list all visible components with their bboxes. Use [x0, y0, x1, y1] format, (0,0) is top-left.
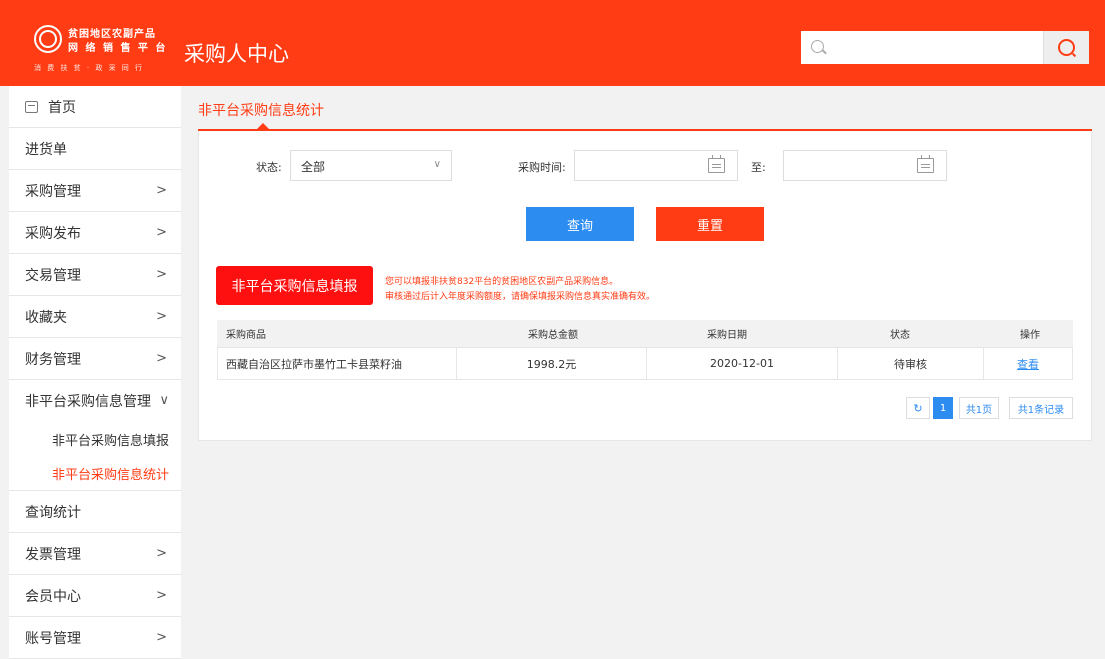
- table-cell: 待审核: [837, 348, 983, 379]
- status-select-value: 全部: [301, 160, 326, 174]
- status-label: 状态:: [256, 161, 282, 174]
- search-input[interactable]: [831, 31, 1041, 64]
- chevron-right-icon: >: [156, 267, 167, 282]
- sidebar-item-nonplatform-management[interactable]: 非平台采购信息管理 ∨: [9, 380, 181, 422]
- sidebar-item-cart[interactable]: 进货单: [9, 128, 181, 170]
- sidebar: 首页 进货单 采购管理 > 采购发布 > 交易管理 > 收藏夹 > 财务管理 >…: [9, 86, 181, 659]
- logo-line1: 贫困地区农副产品: [68, 29, 156, 40]
- chevron-down-icon: ∨: [159, 393, 169, 408]
- site-logo[interactable]: 贫困地区农副产品 网 络 销 售 平 台 消 费 扶 贫 · 政 采 同 行: [30, 22, 170, 78]
- sidebar-item-finance[interactable]: 财务管理 >: [9, 338, 181, 380]
- sidebar-item-label: 发票管理: [25, 546, 81, 563]
- end-date-input[interactable]: [783, 150, 947, 181]
- sidebar-item-label: 首页: [48, 99, 76, 116]
- to-label: 至:: [751, 161, 766, 174]
- sidebar-item-label: 收藏夹: [25, 309, 67, 326]
- search-box: [801, 31, 1089, 64]
- sidebar-item-label: 会员中心: [25, 588, 81, 605]
- top-header: 贫困地区农副产品 网 络 销 售 平 台 消 费 扶 贫 · 政 采 同 行 采…: [0, 0, 1105, 86]
- calendar-icon: [917, 155, 934, 173]
- page-number-button[interactable]: 1: [933, 397, 953, 419]
- sidebar-item-account[interactable]: 账号管理 >: [9, 617, 181, 659]
- section-title: 非平台采购信息统计: [198, 103, 324, 119]
- notice-line2: 审核通过后计入年度采购额度，请确保填报采购信息真实准确有效。: [385, 292, 656, 302]
- fill-info-button[interactable]: 非平台采购信息填报: [216, 266, 373, 305]
- column-header: 采购总金额: [528, 330, 578, 341]
- chevron-right-icon: >: [156, 183, 167, 198]
- page-title: 采购人中心: [184, 42, 289, 66]
- status-select[interactable]: 全部 ∨: [290, 150, 452, 181]
- table-cell: 2020-12-01: [646, 348, 837, 379]
- logo-emblem-icon: [34, 25, 62, 53]
- start-date-input[interactable]: [574, 150, 738, 181]
- sidebar-item-label: 进货单: [25, 141, 67, 158]
- chevron-down-icon: ∨: [433, 159, 441, 170]
- notice-line1: 您可以填报非扶贫832平台的贫困地区农副产品采购信息。: [385, 277, 619, 287]
- chevron-right-icon: >: [156, 351, 167, 366]
- sidebar-item-home[interactable]: 首页: [9, 86, 181, 128]
- column-header: 操作: [1020, 330, 1040, 341]
- sidebar-item-favorites[interactable]: 收藏夹 >: [9, 296, 181, 338]
- search-icon: [811, 40, 824, 53]
- sidebar-item-label: 采购发布: [25, 225, 81, 242]
- reset-button[interactable]: 重置: [656, 207, 764, 241]
- sidebar-item-label: 交易管理: [25, 267, 81, 284]
- chevron-right-icon: >: [156, 588, 167, 603]
- search-submit-icon: [1058, 39, 1075, 56]
- sidebar-group-nonplatform: 非平台采购信息管理 ∨ 非平台采购信息填报 非平台采购信息统计: [9, 380, 181, 491]
- chevron-right-icon: >: [156, 225, 167, 240]
- column-header: 状态: [890, 330, 910, 341]
- sidebar-item-label: 账号管理: [25, 630, 81, 647]
- chevron-right-icon: >: [156, 309, 167, 324]
- sidebar-item-member-center[interactable]: 会员中心 >: [9, 575, 181, 617]
- sidebar-subitem-nonplatform-fill[interactable]: 非平台采购信息填报: [9, 422, 181, 456]
- sidebar-item-label: 非平台采购信息管理: [25, 394, 151, 410]
- table-header: 采购商品 采购总金额 采购日期 状态 操作: [217, 320, 1073, 347]
- refresh-button[interactable]: ↻: [906, 397, 930, 419]
- table-cell: 西藏自治区拉萨市墨竹工卡县菜籽油: [226, 357, 402, 371]
- sidebar-item-trade-management[interactable]: 交易管理 >: [9, 254, 181, 296]
- column-header: 采购日期: [707, 330, 747, 341]
- purchase-time-label: 采购时间:: [518, 161, 566, 174]
- calendar-icon: [708, 155, 725, 173]
- table-cell-action: 查看: [983, 348, 1072, 379]
- chevron-right-icon: >: [156, 630, 167, 645]
- refresh-icon: ↻: [913, 401, 923, 415]
- logo-line2: 网 络 销 售 平 台: [68, 43, 168, 54]
- view-link[interactable]: 查看: [1017, 356, 1039, 372]
- sidebar-item-label: 查询统计: [25, 504, 81, 521]
- search-button[interactable]: [1043, 31, 1089, 64]
- total-pages: 共1页: [959, 397, 999, 419]
- query-button[interactable]: 查询: [526, 207, 634, 241]
- column-header: 采购商品: [226, 330, 266, 341]
- sidebar-item-query-stats[interactable]: 查询统计: [9, 491, 181, 533]
- home-icon: [25, 100, 38, 113]
- table-row: 西藏自治区拉萨市墨竹工卡县菜籽油 1998.2元 2020-12-01 待审核 …: [217, 347, 1073, 380]
- chevron-right-icon: >: [156, 546, 167, 561]
- sidebar-item-purchase-management[interactable]: 采购管理 >: [9, 170, 181, 212]
- table-cell: 1998.2元: [456, 348, 646, 379]
- sidebar-item-label: 财务管理: [25, 351, 81, 368]
- sidebar-item-label: 采购管理: [25, 183, 81, 200]
- sidebar-item-invoice[interactable]: 发票管理 >: [9, 533, 181, 575]
- sidebar-subitem-nonplatform-stats[interactable]: 非平台采购信息统计: [9, 456, 181, 490]
- logo-slogan: 消 费 扶 贫 · 政 采 同 行: [34, 64, 145, 72]
- sidebar-item-purchase-publish[interactable]: 采购发布 >: [9, 212, 181, 254]
- total-records: 共1条记录: [1009, 397, 1073, 419]
